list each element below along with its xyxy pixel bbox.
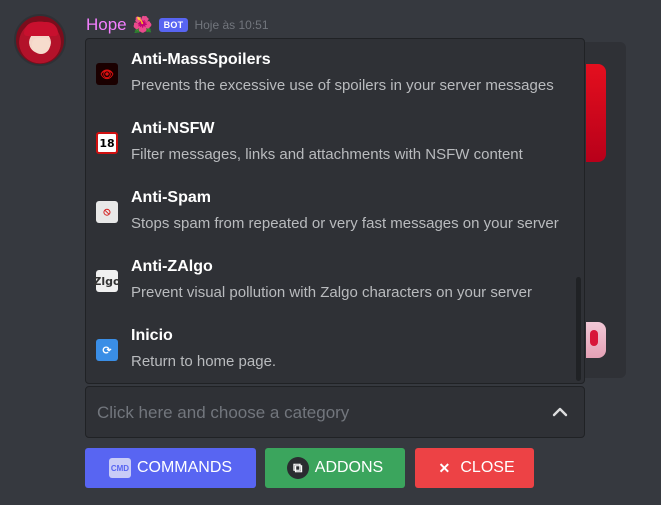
option-label: Anti-Spam: [131, 189, 211, 206]
flower-icon: 🌺: [132, 15, 153, 34]
commands-label: COMMANDS: [136, 459, 233, 476]
option-label: Anti-ZAlgo: [131, 258, 213, 275]
option-label: Anti-NSFW: [131, 120, 215, 137]
no-18-icon: 18: [96, 132, 118, 154]
select-menu-dropdown[interactable]: 👁 Anti-MassSpoilers Prevents the excessi…: [85, 38, 585, 384]
option-label: Anti-MassSpoilers: [131, 51, 271, 68]
addons-button[interactable]: ⧉ ADDONS: [265, 448, 405, 488]
menu-option-anti-massspoilers[interactable]: 👁 Anti-MassSpoilers Prevents the excessi…: [86, 39, 576, 108]
author-name[interactable]: Hope: [86, 15, 127, 35]
option-label: Inicio: [131, 327, 173, 344]
chevron-up-icon[interactable]: [551, 403, 569, 421]
bot-badge: BOT: [158, 18, 189, 32]
close-button[interactable]: ✕ CLOSE: [415, 448, 534, 488]
close-icon: ✕: [438, 459, 451, 476]
close-label: CLOSE: [460, 459, 515, 476]
eye-spoiler-icon: 👁: [96, 63, 118, 85]
dropdown-scrollbar[interactable]: [576, 277, 581, 381]
menu-option-anti-nsfw[interactable]: 18 Anti-NSFW Filter messages, links and …: [86, 108, 576, 177]
option-description: Filter messages, links and attachments w…: [131, 146, 523, 163]
category-select[interactable]: Click here and choose a category: [85, 386, 585, 438]
no-spam-icon: ⦸: [96, 201, 118, 223]
commands-button[interactable]: CMD COMMANDS: [85, 448, 256, 488]
menu-option-anti-zalgo[interactable]: Zlgo Anti-ZAlgo Prevent visual pollution…: [86, 246, 576, 315]
option-description: Return to home page.: [131, 353, 277, 370]
puzzle-icon: ⧉: [286, 457, 309, 479]
message-header: Hope 🌺 BOT Hoje às 10:51: [86, 14, 269, 36]
menu-option-inicio[interactable]: ⟳ Inicio Return to home page.: [86, 315, 576, 383]
avatar-face: [32, 38, 50, 54]
avatar-hair: [24, 22, 58, 36]
addons-label: ADDONS: [314, 459, 384, 476]
embed-thumbnail[interactable]: [586, 64, 606, 162]
zalgo-icon: Zlgo: [93, 270, 121, 292]
bot-avatar[interactable]: [14, 14, 66, 66]
select-placeholder: Click here and choose a category: [97, 403, 350, 422]
embed-image[interactable]: [586, 322, 606, 358]
option-description: Stops spam from repeated or very fast me…: [131, 215, 559, 232]
message-timestamp: Hoje às 10:51: [194, 18, 269, 32]
option-description: Prevent visual pollution with Zalgo char…: [131, 284, 533, 301]
menu-option-anti-spam[interactable]: ⦸ Anti-Spam Stops spam from repeated or …: [86, 177, 576, 246]
option-description: Prevents the excessive use of spoilers i…: [131, 77, 554, 94]
refresh-icon: ⟳: [96, 339, 118, 361]
cmd-icon: CMD: [108, 458, 131, 478]
